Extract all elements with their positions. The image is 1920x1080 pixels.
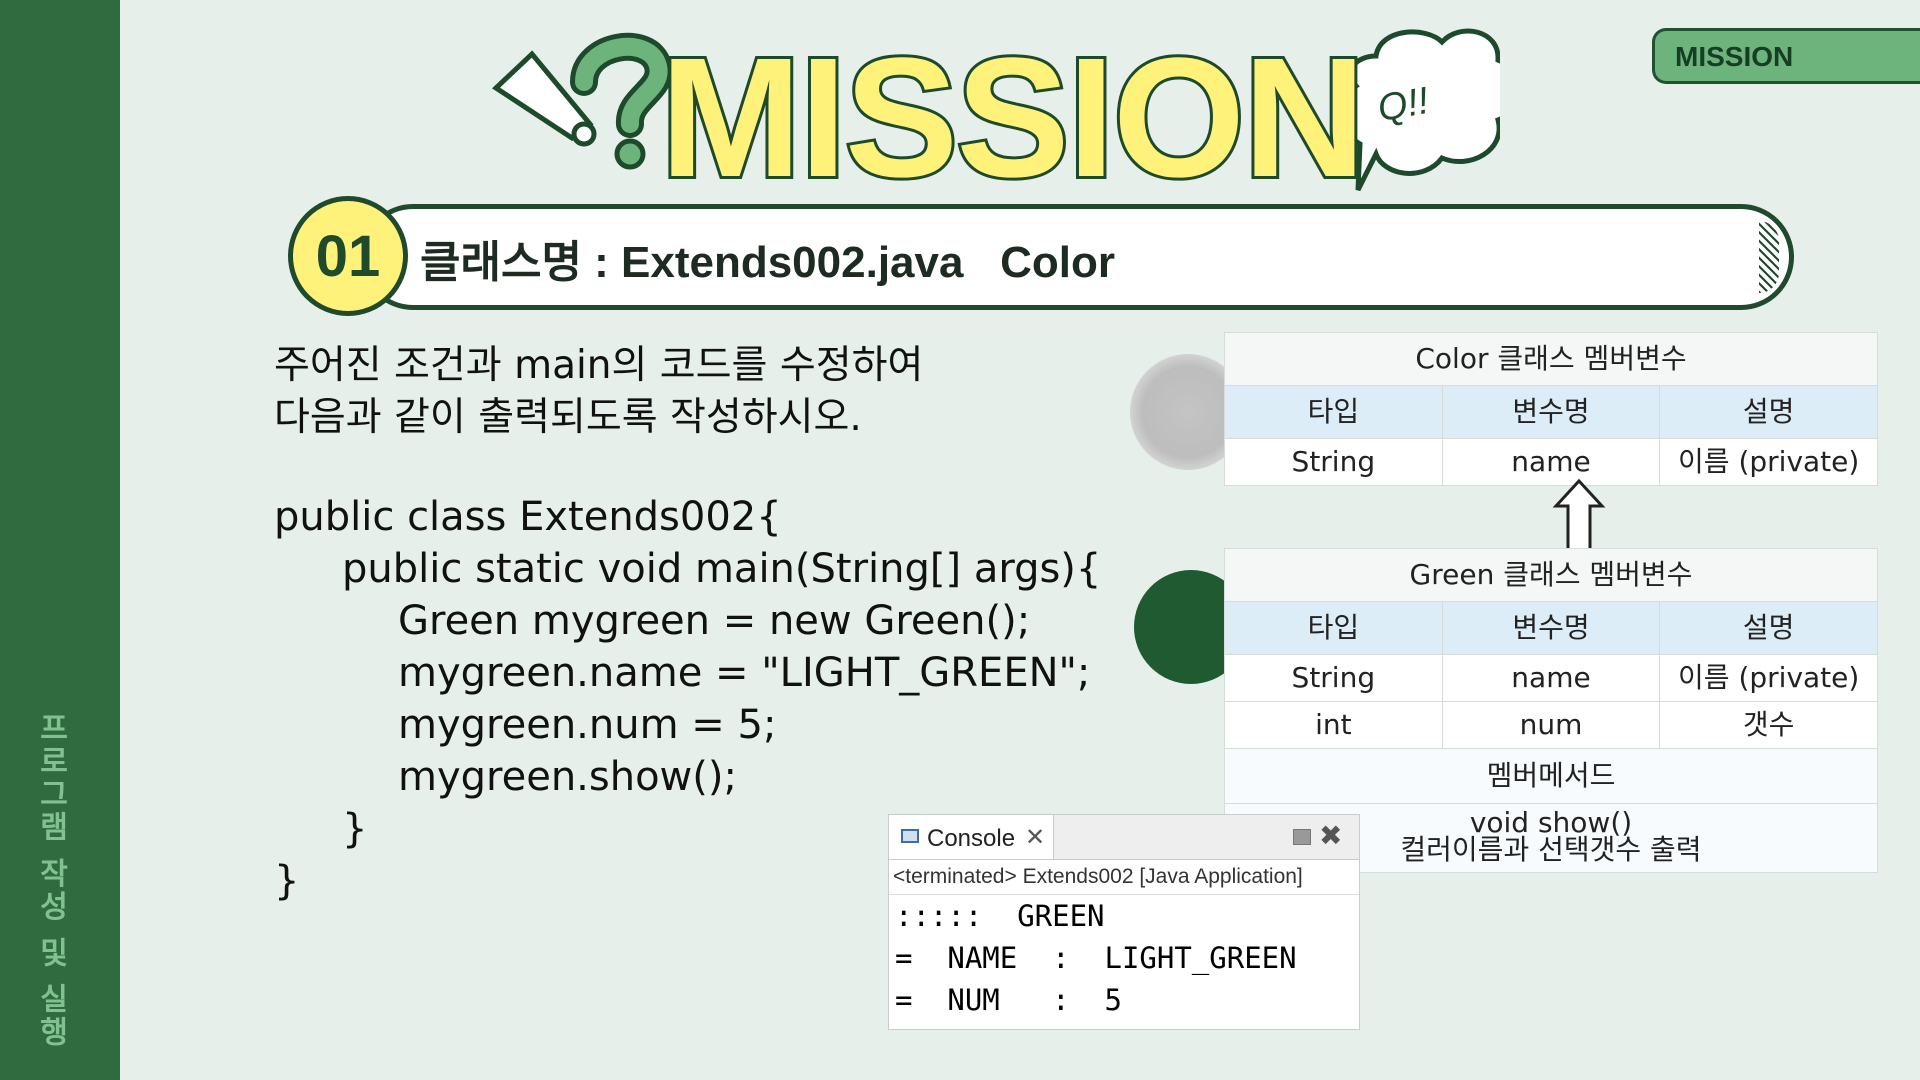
headline-text: 클래스명 : Extends002.java Color — [420, 238, 1116, 287]
color-member-table: Color 클래스 멤버변수 타입 변수명 설명 String name 이름 … — [1224, 332, 1878, 486]
code-line: public static void main(String[] args){ — [342, 546, 1102, 592]
table-cell: int — [1225, 702, 1443, 748]
sidebar: 프로그램 작성 및 실행 — [0, 0, 120, 1080]
speech-bubble-text: Q!! — [1374, 79, 1432, 131]
console-tab-bar: Console ✕ ✖ — [889, 815, 1359, 860]
code-line: public class Extends002{ — [274, 494, 782, 540]
table-title: Color 클래스 멤버변수 — [1225, 333, 1877, 386]
code-line: } — [274, 858, 300, 904]
mission-tag-label: MISSION — [1675, 41, 1794, 72]
up-arrow-icon — [1552, 478, 1606, 557]
mission-tag: MISSION — [1652, 28, 1920, 84]
table-header-cell: 설명 — [1742, 611, 1795, 644]
code-line: mygreen.num = 5; — [398, 702, 777, 748]
console-output-line: = NUM : 5 — [895, 983, 1122, 1017]
table-cell: 이름 (private) — [1678, 445, 1860, 478]
number-badge-text: 01 — [315, 224, 381, 289]
minimize-icon[interactable] — [1293, 829, 1311, 845]
table-cell: String — [1225, 439, 1443, 485]
remove-launch-icon[interactable]: ✖ — [1319, 819, 1342, 852]
table-cell: 갯수 — [1742, 708, 1795, 741]
code-line: mygreen.name = "LIGHT_GREEN"; — [398, 650, 1091, 696]
table-cell: String — [1225, 655, 1443, 701]
table-header-row: 타입 변수명 설명 — [1225, 602, 1877, 655]
console-icon — [901, 829, 919, 843]
console-tab[interactable]: Console ✕ — [889, 815, 1054, 859]
table-header-cell: 변수명 — [1443, 386, 1661, 438]
method-header: 멤버메서드 — [1225, 749, 1877, 804]
table-row: String name 이름 (private) — [1225, 655, 1877, 702]
console-output-line: = NAME : LIGHT_GREEN — [895, 941, 1297, 975]
console-tab-label: Console — [927, 825, 1016, 852]
table-header-cell: 타입 — [1225, 386, 1443, 438]
sidebar-label: 프로그램 작성 및 실행 — [33, 712, 68, 1050]
mission-title: MISSION — [657, 23, 1369, 213]
console-output-line: ::::: GREEN — [895, 899, 1105, 933]
table-cell: 이름 (private) — [1678, 661, 1860, 694]
console-status: <terminated> Extends002 [Java Applicatio… — [889, 860, 1359, 895]
table-header-cell: 타입 — [1225, 602, 1443, 654]
table-header-cell: 변수명 — [1443, 602, 1661, 654]
console-panel: Console ✕ ✖ <terminated> Extends002 [Jav… — [888, 814, 1360, 1030]
table-row: int num 갯수 — [1225, 702, 1877, 749]
table-row: String name 이름 (private) — [1225, 439, 1877, 485]
question-mark-icon — [570, 32, 673, 170]
code-line: mygreen.show(); — [398, 754, 737, 800]
table-header-row: 타입 변수명 설명 — [1225, 386, 1877, 439]
table-title: Green 클래스 멤버변수 — [1225, 549, 1877, 602]
close-icon[interactable]: ✕ — [1025, 823, 1045, 851]
headline-stripes — [1759, 221, 1779, 293]
number-badge: 01 — [288, 196, 408, 316]
table-header-cell: 설명 — [1742, 395, 1795, 428]
table-cell: num — [1443, 702, 1661, 748]
code-line: Green mygreen = new Green(); — [398, 598, 1031, 644]
code-line: } — [342, 806, 368, 852]
table-cell: name — [1443, 655, 1661, 701]
instruction-line: 다음과 같이 출력되도록 작성하시오. — [274, 395, 862, 440]
instruction-line: 주어진 조건과 main의 코드를 수정하여 — [274, 343, 924, 388]
